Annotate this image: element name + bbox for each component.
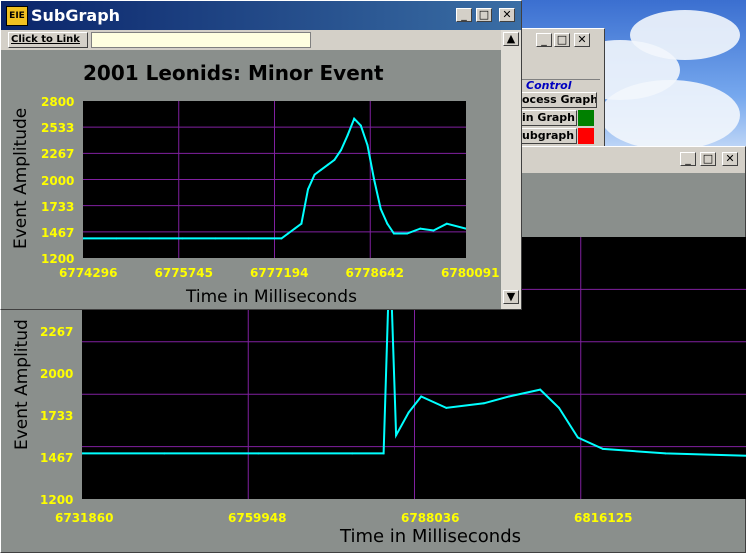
data-point xyxy=(445,222,448,225)
data-point xyxy=(346,134,349,137)
data-point xyxy=(313,173,316,176)
data-point xyxy=(359,124,362,127)
data-point xyxy=(163,452,166,455)
y-tick-label: 1733 xyxy=(41,199,75,214)
data-point xyxy=(445,406,448,409)
data-point xyxy=(395,434,398,437)
y-tick-label: 2800 xyxy=(41,95,75,109)
control-window: _ □ ✕ Control ocess Graph in Graph ubgra… xyxy=(515,28,605,153)
data-point xyxy=(482,402,485,405)
main-xlabel: Time in Milliseconds xyxy=(340,526,522,547)
link-input[interactable] xyxy=(91,32,311,48)
y-tick-label: 1200 xyxy=(40,493,74,507)
data-point xyxy=(320,168,323,171)
data-point xyxy=(287,232,290,235)
data-point xyxy=(420,395,423,398)
sub-chart xyxy=(82,101,467,258)
x-tick-label: 6777194 xyxy=(250,266,309,280)
data-point xyxy=(351,452,354,455)
data-point xyxy=(148,237,151,240)
main-graph-indicator xyxy=(578,110,594,126)
data-point xyxy=(664,452,667,455)
x-tick-label: 6731860 xyxy=(55,511,114,525)
y-tick-label: 1200 xyxy=(41,252,75,267)
close-button[interactable]: ✕ xyxy=(722,152,738,166)
data-point xyxy=(326,163,329,166)
data-point xyxy=(419,227,422,230)
data-point xyxy=(293,227,296,230)
y-tick-label: 2267 xyxy=(40,325,74,339)
data-point xyxy=(539,388,542,391)
data-point xyxy=(181,237,184,240)
x-tick-label: 6774296 xyxy=(59,266,118,280)
data-point xyxy=(340,149,342,152)
click-to-link-button[interactable]: Click to Link xyxy=(8,32,88,48)
main-graph-button[interactable]: in Graph xyxy=(519,110,577,126)
maximize-button[interactable]: □ xyxy=(554,33,570,47)
x-tick-label: 6759948 xyxy=(228,511,287,525)
data-point xyxy=(247,237,250,240)
data-point xyxy=(432,229,435,232)
sub-ylabel: Event Amplitude xyxy=(11,107,31,249)
data-point xyxy=(406,232,409,235)
maximize-button[interactable]: □ xyxy=(476,8,492,22)
subgraph-button[interactable]: ubgraph xyxy=(519,128,577,144)
data-point xyxy=(373,178,376,181)
subgraph-window: EIE SubGraph _ □ ✕ Click to Link ▲ ▼ 200… xyxy=(0,0,522,310)
app-icon: EIE xyxy=(6,6,28,26)
close-button[interactable]: ✕ xyxy=(499,8,515,22)
scroll-down-button[interactable]: ▼ xyxy=(503,290,519,304)
data-point xyxy=(601,447,604,450)
data-point xyxy=(386,222,389,225)
sub-plot-area xyxy=(82,101,467,258)
process-graph-button[interactable]: ocess Graph xyxy=(519,92,597,108)
data-point xyxy=(379,207,382,210)
data-point xyxy=(300,222,303,225)
control-group-label: Control xyxy=(526,79,572,92)
x-tick-label: 6788036 xyxy=(401,511,460,525)
y-tick-label: 2533 xyxy=(41,121,75,136)
data-point xyxy=(115,237,118,240)
close-button[interactable]: ✕ xyxy=(574,33,590,47)
scroll-up-button[interactable]: ▲ xyxy=(503,32,519,46)
data-point xyxy=(507,395,510,398)
y-tick-label: 1467 xyxy=(40,451,74,465)
x-tick-label: 6780091 xyxy=(441,266,500,280)
chart-title: 2001 Leonids: Minor Event xyxy=(83,61,384,85)
minimize-button[interactable]: _ xyxy=(536,33,552,47)
data-point xyxy=(407,411,410,414)
x-tick-label: 6778642 xyxy=(345,266,404,280)
x-tick-label: 6775745 xyxy=(154,266,213,280)
y-tick-label: 1733 xyxy=(40,409,74,423)
data-point xyxy=(280,237,283,240)
minimize-button[interactable]: _ xyxy=(456,8,472,22)
vertical-scrollbar[interactable]: ▲ ▼ xyxy=(501,30,521,309)
data-point xyxy=(366,144,369,147)
sub-xlabel: Time in Milliseconds xyxy=(186,287,357,307)
y-tick-label: 2000 xyxy=(40,367,74,381)
data-point xyxy=(382,452,385,455)
y-tick-label: 2000 xyxy=(41,173,75,188)
data-point xyxy=(214,237,217,240)
data-point xyxy=(558,406,560,409)
x-tick-label: 6816125 xyxy=(574,511,633,525)
y-tick-label: 2267 xyxy=(41,147,75,162)
y-tick-label: 1467 xyxy=(41,226,75,240)
minimize-button[interactable]: _ xyxy=(680,152,696,166)
maximize-button[interactable]: □ xyxy=(700,152,716,166)
data-point xyxy=(333,158,336,161)
data-point xyxy=(576,436,579,439)
data-point xyxy=(307,188,309,191)
data-point xyxy=(353,117,356,120)
data-point xyxy=(392,232,395,235)
data-point xyxy=(257,452,260,455)
window-title: SubGraph xyxy=(31,6,121,25)
subgraph-indicator xyxy=(578,128,594,144)
main-ylabel: Event Amplitud xyxy=(12,319,32,450)
